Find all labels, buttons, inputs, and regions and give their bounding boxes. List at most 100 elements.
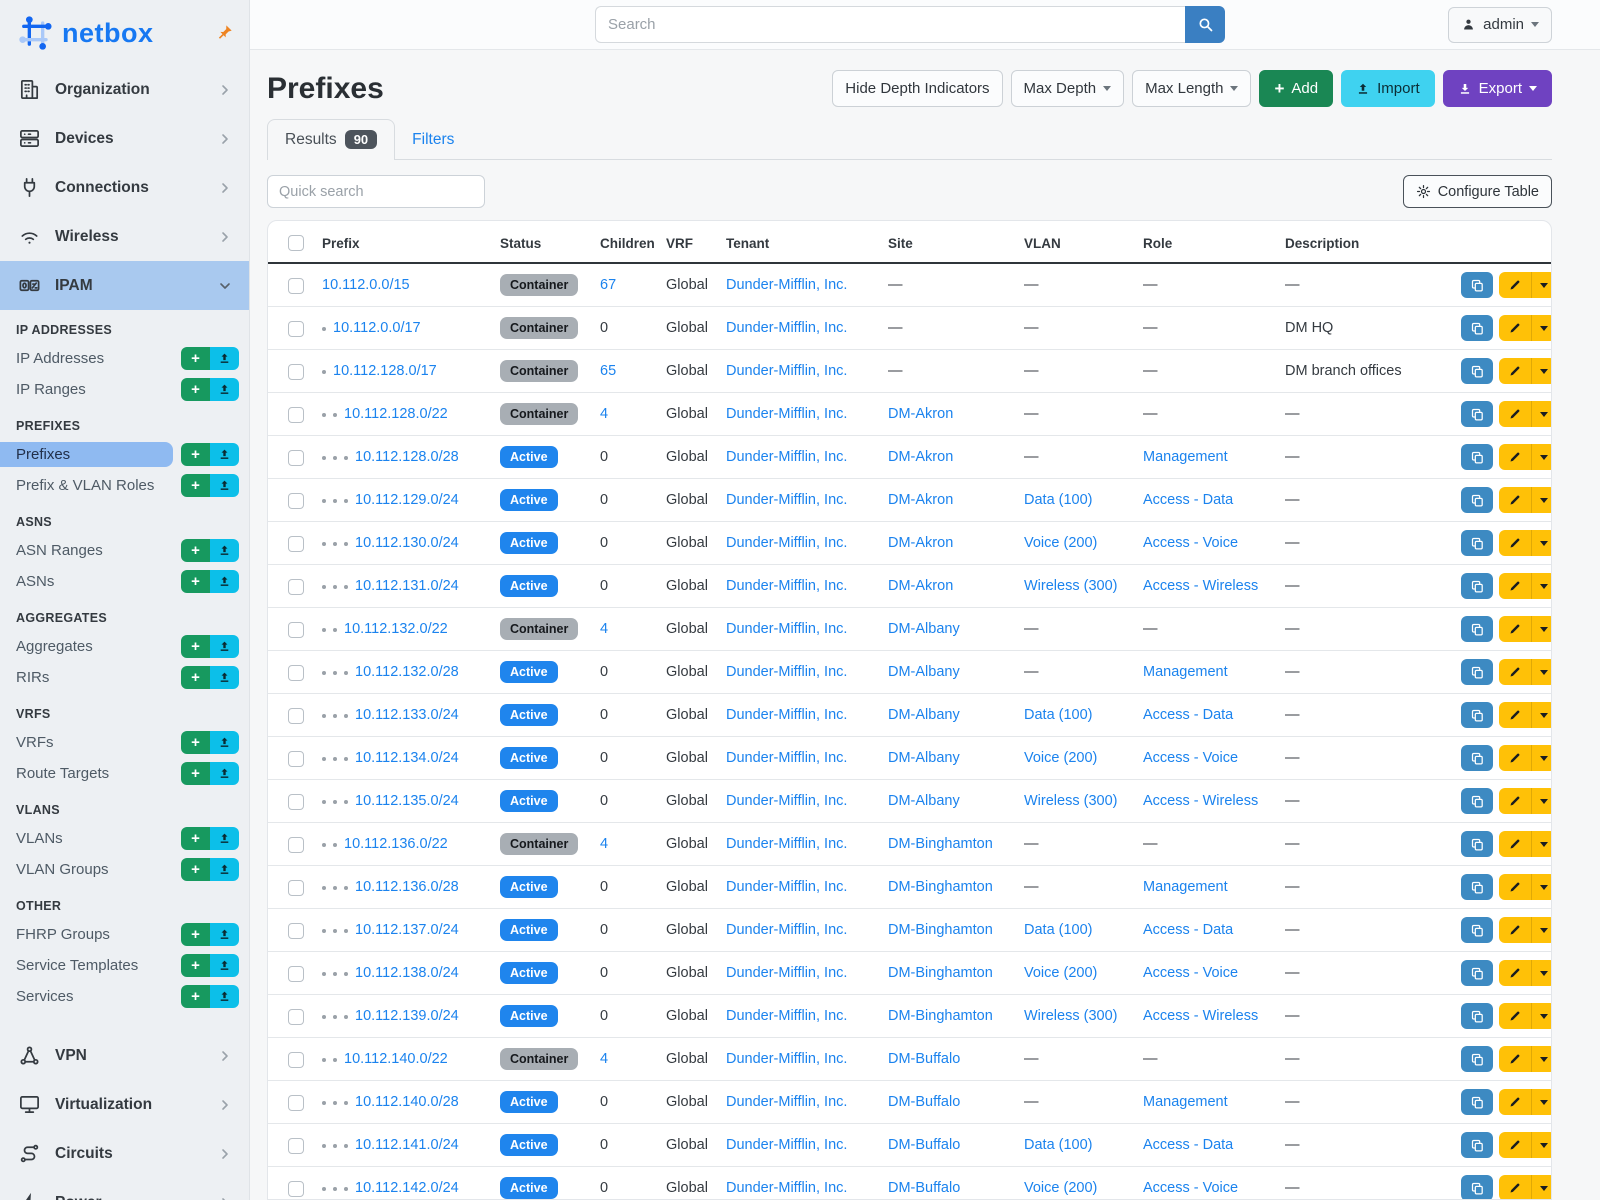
prefix-link[interactable]: 10.112.139.0/24: [355, 1008, 459, 1024]
copy-button[interactable]: [1461, 573, 1493, 599]
row-checkbox[interactable]: [288, 407, 304, 423]
sidebar-item-service-templates[interactable]: Service Templates: [0, 953, 173, 978]
row-checkbox[interactable]: [288, 364, 304, 380]
copy-button[interactable]: [1461, 358, 1493, 384]
role-link[interactable]: Access - Data: [1143, 707, 1233, 723]
row-checkbox[interactable]: [288, 493, 304, 509]
max-length-dropdown[interactable]: Max Length: [1132, 70, 1251, 107]
edit-dropdown-toggle[interactable]: [1531, 616, 1551, 642]
copy-button[interactable]: [1461, 659, 1493, 685]
edit-button[interactable]: [1499, 831, 1531, 857]
edit-dropdown-toggle[interactable]: [1531, 444, 1551, 470]
quick-import-button[interactable]: [210, 731, 239, 754]
copy-button[interactable]: [1461, 401, 1493, 427]
edit-dropdown-toggle[interactable]: [1531, 358, 1551, 384]
quick-add-button[interactable]: +: [181, 923, 210, 946]
vlan-link[interactable]: Voice (200): [1024, 750, 1097, 766]
children-count[interactable]: 4: [600, 621, 608, 637]
vlan-link[interactable]: Data (100): [1024, 492, 1093, 508]
tenant-link[interactable]: Dunder-Mifflin, Inc.: [726, 922, 847, 938]
quick-import-button[interactable]: [210, 570, 239, 593]
copy-button[interactable]: [1461, 1132, 1493, 1158]
prefix-link[interactable]: 10.112.134.0/24: [355, 750, 459, 766]
quick-add-button[interactable]: +: [181, 954, 210, 977]
prefix-link[interactable]: 10.112.128.0/28: [355, 449, 459, 465]
row-checkbox[interactable]: [288, 321, 304, 337]
edit-button[interactable]: [1499, 616, 1531, 642]
tenant-link[interactable]: Dunder-Mifflin, Inc.: [726, 492, 847, 508]
edit-dropdown-toggle[interactable]: [1531, 874, 1551, 900]
edit-dropdown-toggle[interactable]: [1531, 1132, 1551, 1158]
children-count[interactable]: 4: [600, 1051, 608, 1067]
prefix-link[interactable]: 10.112.140.0/28: [355, 1094, 459, 1110]
site-link[interactable]: DM-Albany: [888, 707, 960, 723]
edit-button[interactable]: [1499, 917, 1531, 943]
edit-button[interactable]: [1499, 788, 1531, 814]
vlan-link[interactable]: Wireless (300): [1024, 578, 1117, 594]
row-checkbox[interactable]: [288, 622, 304, 638]
tenant-link[interactable]: Dunder-Mifflin, Inc.: [726, 1094, 847, 1110]
site-link[interactable]: DM-Buffalo: [888, 1180, 960, 1196]
tenant-link[interactable]: Dunder-Mifflin, Inc.: [726, 535, 847, 551]
role-link[interactable]: Access - Wireless: [1143, 578, 1258, 594]
role-link[interactable]: Management: [1143, 664, 1228, 680]
column-header-tenant[interactable]: Tenant: [716, 221, 878, 263]
role-link[interactable]: Management: [1143, 879, 1228, 895]
sidebar-item-vlans[interactable]: VLANs: [0, 826, 173, 851]
quick-add-button[interactable]: +: [181, 474, 210, 497]
prefix-link[interactable]: 10.112.135.0/24: [355, 793, 459, 809]
tenant-link[interactable]: Dunder-Mifflin, Inc.: [726, 320, 847, 336]
edit-button[interactable]: [1499, 702, 1531, 728]
prefix-link[interactable]: 10.112.131.0/24: [355, 578, 459, 594]
role-link[interactable]: Access - Voice: [1143, 750, 1238, 766]
edit-button[interactable]: [1499, 1132, 1531, 1158]
edit-dropdown-toggle[interactable]: [1531, 1175, 1551, 1200]
prefix-link[interactable]: 10.112.141.0/24: [355, 1137, 459, 1153]
edit-dropdown-toggle[interactable]: [1531, 272, 1551, 298]
prefix-link[interactable]: 10.112.128.0/17: [333, 363, 437, 379]
copy-button[interactable]: [1461, 1003, 1493, 1029]
tenant-link[interactable]: Dunder-Mifflin, Inc.: [726, 1008, 847, 1024]
edit-button[interactable]: [1499, 659, 1531, 685]
quick-import-button[interactable]: [210, 474, 239, 497]
column-header-vlan[interactable]: VLAN: [1014, 221, 1133, 263]
quick-import-button[interactable]: [210, 858, 239, 881]
quick-add-button[interactable]: +: [181, 570, 210, 593]
prefix-link[interactable]: 10.112.140.0/22: [344, 1051, 448, 1067]
edit-dropdown-toggle[interactable]: [1531, 831, 1551, 857]
row-checkbox[interactable]: [288, 450, 304, 466]
site-link[interactable]: DM-Buffalo: [888, 1051, 960, 1067]
copy-button[interactable]: [1461, 315, 1493, 341]
edit-button[interactable]: [1499, 315, 1531, 341]
vlan-link[interactable]: Data (100): [1024, 1137, 1093, 1153]
tenant-link[interactable]: Dunder-Mifflin, Inc.: [726, 1180, 847, 1196]
tenant-link[interactable]: Dunder-Mifflin, Inc.: [726, 449, 847, 465]
vlan-link[interactable]: Wireless (300): [1024, 1008, 1117, 1024]
edit-button[interactable]: [1499, 401, 1531, 427]
role-link[interactable]: Access - Voice: [1143, 965, 1238, 981]
quick-add-button[interactable]: +: [181, 539, 210, 562]
quick-add-button[interactable]: +: [181, 858, 210, 881]
tenant-link[interactable]: Dunder-Mifflin, Inc.: [726, 621, 847, 637]
edit-button[interactable]: [1499, 874, 1531, 900]
tab-filters[interactable]: Filters: [395, 121, 471, 159]
copy-button[interactable]: [1461, 917, 1493, 943]
prefix-link[interactable]: 10.112.0.0/17: [333, 320, 421, 336]
quick-import-button[interactable]: [210, 923, 239, 946]
role-link[interactable]: Access - Data: [1143, 1137, 1233, 1153]
quick-import-button[interactable]: [210, 347, 239, 370]
sidebar-item-prefixes[interactable]: Prefixes: [0, 442, 173, 467]
hide-depth-indicators-button[interactable]: Hide Depth Indicators: [832, 70, 1002, 107]
copy-button[interactable]: [1461, 960, 1493, 986]
edit-button[interactable]: [1499, 358, 1531, 384]
search-button[interactable]: [1185, 6, 1225, 43]
quick-search-input[interactable]: [267, 175, 485, 208]
sidebar-item-fhrp-groups[interactable]: FHRP Groups: [0, 922, 173, 947]
column-header-site[interactable]: Site: [878, 221, 1014, 263]
sidebar-item-asn-ranges[interactable]: ASN Ranges: [0, 538, 173, 563]
sidebar-item-ipam[interactable]: IPAM: [0, 261, 249, 310]
row-checkbox[interactable]: [288, 708, 304, 724]
role-link[interactable]: Access - Data: [1143, 492, 1233, 508]
prefix-link[interactable]: 10.112.138.0/24: [355, 965, 459, 981]
tenant-link[interactable]: Dunder-Mifflin, Inc.: [726, 965, 847, 981]
